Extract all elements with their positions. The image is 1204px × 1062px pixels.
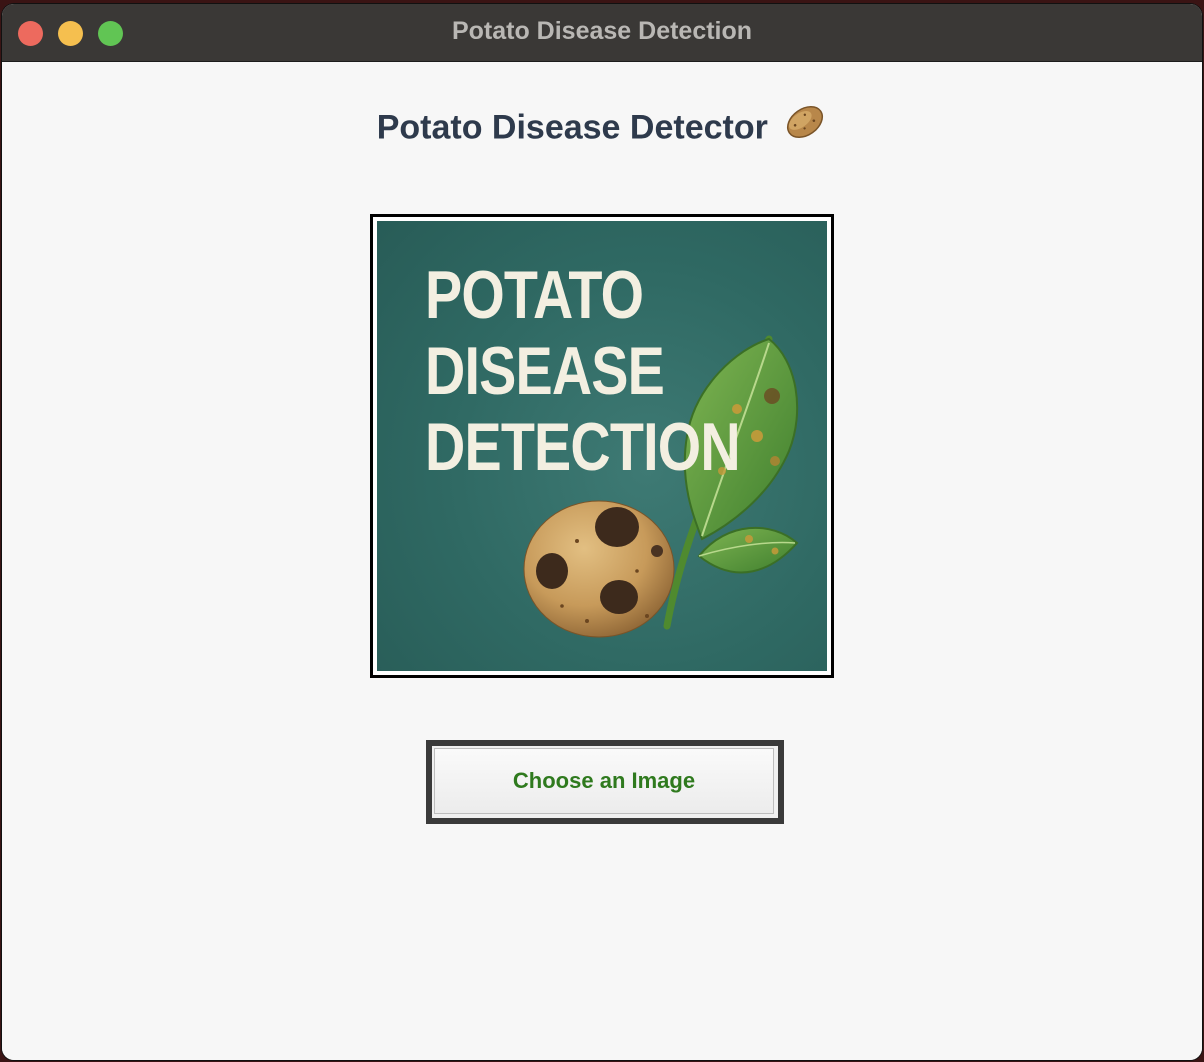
- title-bar[interactable]: Potato Disease Detection: [2, 4, 1202, 62]
- choose-image-button-label: Choose an Image: [434, 748, 774, 814]
- preview-image: POTATO DISEASE DETECTION: [377, 221, 827, 671]
- app-window: Potato Disease Detection Potato Disease …: [2, 4, 1202, 1060]
- page-title: Potato Disease Detector: [2, 106, 1202, 151]
- potato-icon: [783, 102, 827, 151]
- banner-line: DETECTION: [425, 409, 741, 485]
- choose-image-button[interactable]: Choose an Image: [426, 740, 784, 824]
- page-title-text: Potato Disease Detector: [376, 108, 768, 147]
- preview-image-frame: POTATO DISEASE DETECTION: [370, 214, 834, 678]
- window-title: Potato Disease Detection: [451, 17, 753, 45]
- banner-line: POTATO: [425, 257, 644, 333]
- main-content: Potato Disease Detector POTATO DISEASE D…: [2, 62, 1202, 1060]
- preview-banner-text: POTATO DISEASE DETECTION: [425, 257, 741, 485]
- banner-line: DISEASE: [425, 333, 665, 409]
